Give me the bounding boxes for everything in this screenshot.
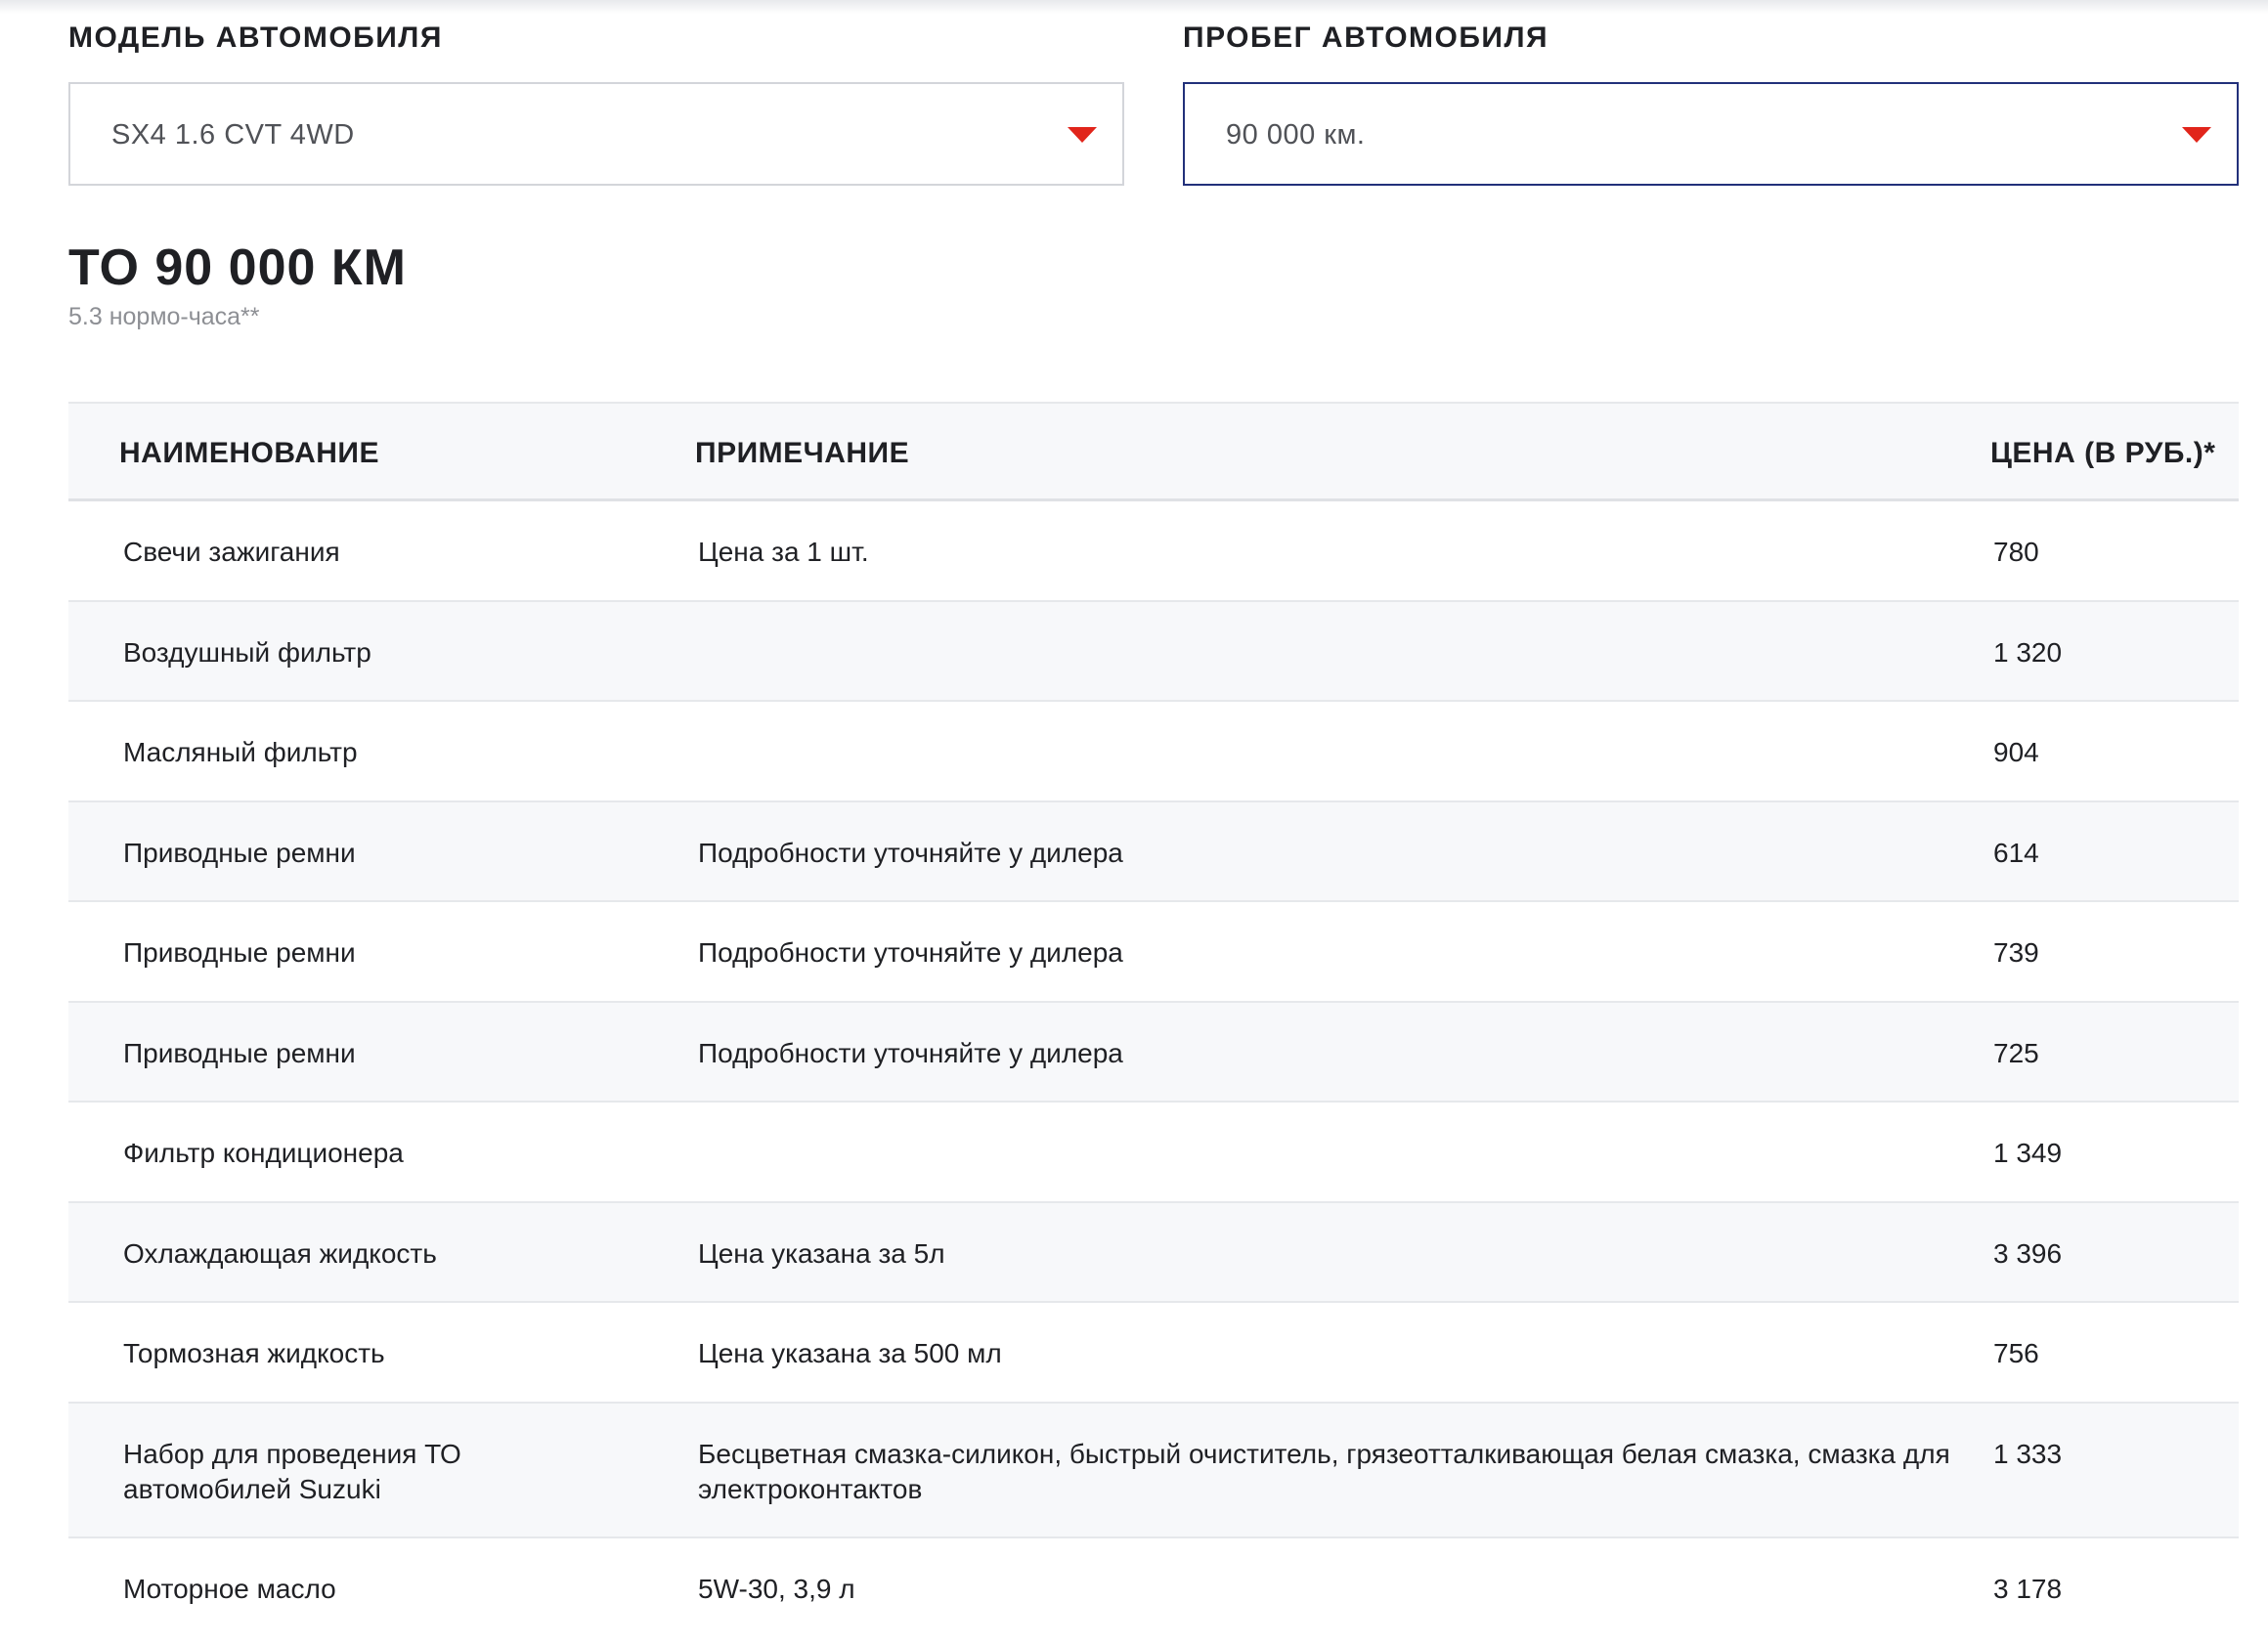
cell-note: Цена указана за 5л (698, 1238, 945, 1269)
cell-price: 756 (1993, 1338, 2039, 1368)
mileage-label: ПРОБЕГ АВТОМОБИЛЯ (1183, 22, 1549, 54)
table-row: Набор для проведения ТО автомобилей Suzu… (68, 1404, 2239, 1538)
cell-name: Свечи зажигания (123, 537, 340, 567)
mileage-select-value: 90 000 км. (1226, 119, 1366, 151)
table-row: Воздушный фильтр 1 320 (68, 602, 2239, 702)
model-select-value: SX4 1.6 CVT 4WD (111, 119, 355, 151)
table-row: Охлаждающая жидкость Цена указана за 5л … (68, 1203, 2239, 1303)
cell-note: Цена указана за 500 мл (698, 1338, 1002, 1368)
table-row: Масляный фильтр 904 (68, 702, 2239, 802)
table-row: Тормозная жидкость Цена указана за 500 м… (68, 1303, 2239, 1404)
cell-name: Охлаждающая жидкость (123, 1238, 437, 1269)
cell-name: Приводные ремни (123, 838, 356, 868)
cell-price: 1 349 (1993, 1138, 2063, 1168)
model-label: МОДЕЛЬ АВТОМОБИЛЯ (68, 22, 443, 54)
table-row: Фильтр кондиционера 1 349 (68, 1103, 2239, 1203)
cell-name: Набор для проведения ТО автомобилей Suzu… (123, 1439, 461, 1504)
mileage-select[interactable]: 90 000 км. (1183, 82, 2239, 186)
cell-price: 1 320 (1993, 637, 2063, 668)
table-header: НАИМЕНОВАНИЕ ПРИМЕЧАНИЕ ЦЕНА (В РУБ.)* (68, 402, 2239, 501)
cell-name: Тормозная жидкость (123, 1338, 385, 1368)
cell-name: Приводные ремни (123, 937, 356, 968)
caret-down-icon (1068, 127, 1097, 143)
cell-name: Воздушный фильтр (123, 637, 371, 668)
cell-note: Подробности уточняйте у дилера (698, 937, 1123, 968)
cell-price: 739 (1993, 937, 2039, 968)
page-title: ТО 90 000 КМ (68, 239, 407, 296)
cell-price: 725 (1993, 1038, 2039, 1068)
table-row: Моторное масло 5W-30, 3,9 л 3 178 (68, 1538, 2239, 1638)
cell-price: 3 396 (1993, 1238, 2063, 1269)
caret-down-icon (2182, 127, 2211, 143)
cell-name: Приводные ремни (123, 1038, 356, 1068)
cell-note: Подробности уточняйте у дилера (698, 1038, 1123, 1068)
cell-price: 904 (1993, 737, 2039, 767)
price-table: НАИМЕНОВАНИЕ ПРИМЕЧАНИЕ ЦЕНА (В РУБ.)* С… (68, 402, 2239, 1638)
table-row: Приводные ремни Подробности уточняйте у … (68, 802, 2239, 902)
cell-note: Цена за 1 шт. (698, 537, 869, 567)
cell-price: 3 178 (1993, 1574, 2063, 1604)
table-row: Приводные ремни Подробности уточняйте у … (68, 1003, 2239, 1103)
model-select[interactable]: SX4 1.6 CVT 4WD (68, 82, 1124, 186)
top-shadow (0, 0, 2268, 14)
table-row: Приводные ремни Подробности уточняйте у … (68, 902, 2239, 1003)
labor-hours: 5.3 нормо-часа** (68, 303, 260, 330)
cell-note: Бесцветная смазка-силикон, быстрый очист… (698, 1439, 1950, 1504)
cell-name: Фильтр кондиционера (123, 1138, 404, 1168)
cell-price: 780 (1993, 537, 2039, 567)
cell-note: Подробности уточняйте у дилера (698, 838, 1123, 868)
cell-name: Масляный фильтр (123, 737, 358, 767)
header-name: НАИМЕНОВАНИЕ (119, 437, 379, 469)
header-note: ПРИМЕЧАНИЕ (695, 437, 910, 469)
header-price: ЦЕНА (В РУБ.)* (1990, 437, 2216, 469)
table-row: Свечи зажигания Цена за 1 шт. 780 (68, 501, 2239, 602)
cell-price: 1 333 (1993, 1439, 2063, 1469)
cell-note: 5W-30, 3,9 л (698, 1574, 855, 1604)
cell-price: 614 (1993, 838, 2039, 868)
cell-name: Моторное масло (123, 1574, 336, 1604)
